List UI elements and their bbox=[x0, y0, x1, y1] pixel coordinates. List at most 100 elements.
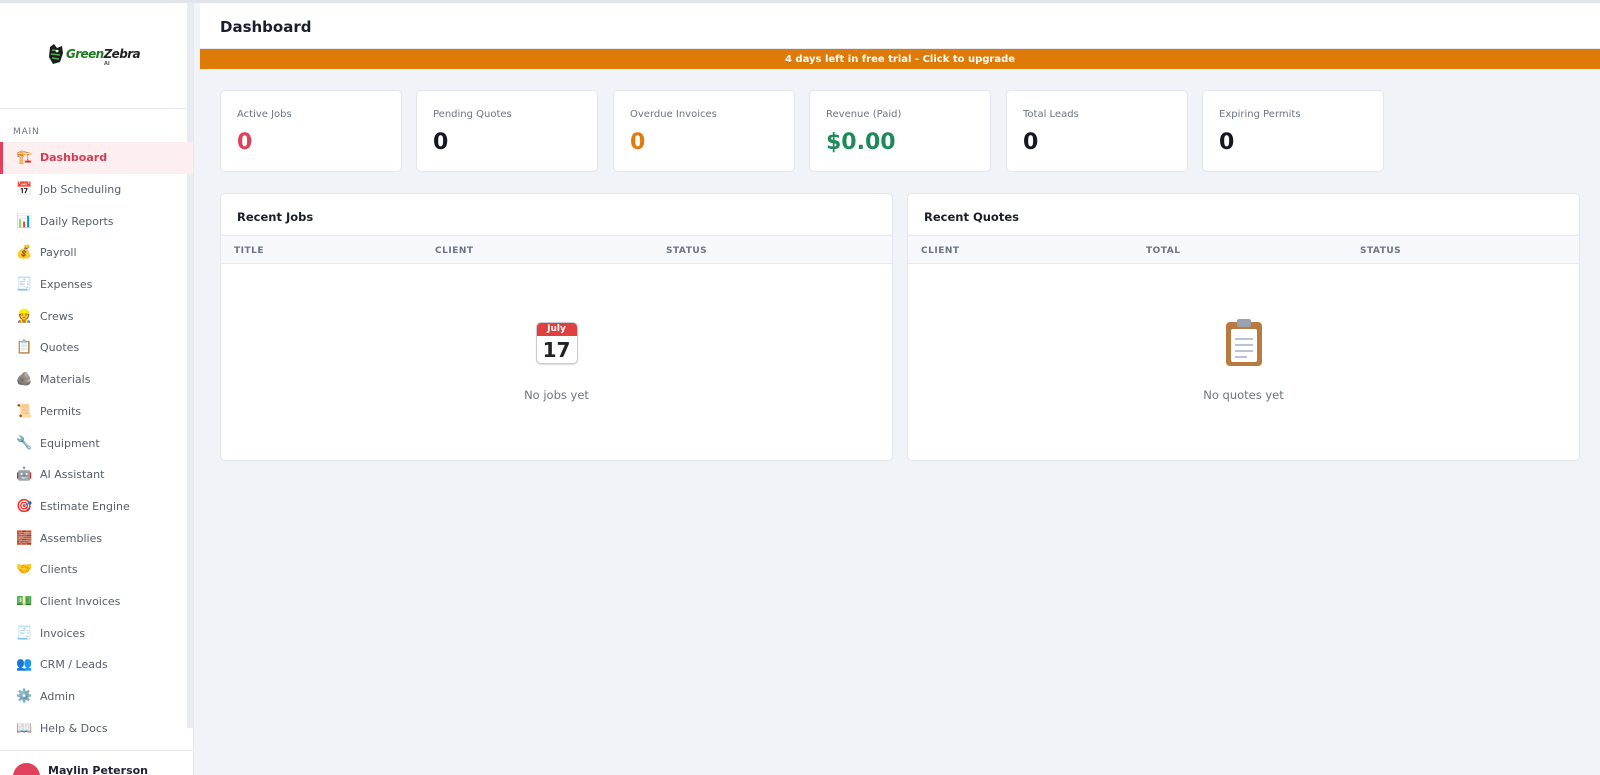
avatar[interactable]: M bbox=[13, 763, 40, 775]
stat-label: Active Jobs bbox=[237, 109, 292, 120]
sidebar-item-daily-reports[interactable]: 📊 Daily Reports bbox=[0, 205, 193, 237]
gear-icon: ⚙️ bbox=[16, 689, 33, 705]
logo-area: GreenZebra AI bbox=[0, 3, 193, 109]
trial-upgrade-banner[interactable]: 4 days left in free trial - Click to upg… bbox=[200, 49, 1600, 69]
sidebar-item-payroll[interactable]: 💰 Payroll bbox=[0, 237, 193, 269]
sidebar-item-label: Dashboard bbox=[40, 151, 108, 165]
stat-value: 0 bbox=[630, 130, 646, 155]
clipboard-icon bbox=[1225, 319, 1262, 366]
stat-card-pending-quotes[interactable]: Pending Quotes 0 bbox=[416, 90, 598, 172]
sidebar-item-permits[interactable]: 📜 Permits bbox=[0, 396, 193, 428]
sidebar-item-materials[interactable]: 🪨 Materials bbox=[0, 364, 193, 396]
column-header-status[interactable]: STATUS bbox=[1360, 246, 1401, 256]
sidebar-item-label: CRM / Leads bbox=[40, 658, 108, 672]
sidebar-item-estimate-engine[interactable]: 🎯 Estimate Engine bbox=[0, 491, 193, 523]
stat-label: Overdue Invoices bbox=[630, 109, 717, 120]
stat-card-active-jobs[interactable]: Active Jobs 0 bbox=[220, 90, 402, 172]
sidebar-item-label: Permits bbox=[40, 404, 82, 418]
crane-icon: 🏗️ bbox=[16, 150, 33, 166]
empty-state-text: No quotes yet bbox=[1203, 388, 1284, 402]
sidebar-item-help-docs[interactable]: 📖 Help & Docs bbox=[0, 712, 193, 744]
calendar-day: 17 bbox=[542, 338, 571, 362]
sidebar-item-expenses[interactable]: 🧾 Expenses bbox=[0, 269, 193, 301]
target-icon: 🎯 bbox=[16, 498, 33, 514]
sidebar-nav: 🏗️ Dashboard 📅 Job Scheduling 📊 Daily Repor… bbox=[0, 142, 193, 744]
sidebar-item-job-scheduling[interactable]: 📅 Job Scheduling bbox=[0, 174, 193, 206]
sidebar-item-label: Equipment bbox=[40, 436, 100, 450]
sidebar-item-label: Expenses bbox=[40, 278, 93, 292]
column-header-status[interactable]: STATUS bbox=[666, 246, 707, 256]
sidebar-item-client-invoices[interactable]: 💵 Client Invoices bbox=[0, 586, 193, 618]
stat-card-expiring-permits[interactable]: Expiring Permits 0 bbox=[1202, 90, 1384, 172]
column-header-client[interactable]: CLIENT bbox=[921, 246, 960, 256]
recent-quotes-panel: Recent Quotes CLIENT TOTAL STATUS No quo… bbox=[907, 193, 1580, 461]
sidebar-item-admin[interactable]: ⚙️ Admin bbox=[0, 681, 193, 713]
clipboard-icon: 📋 bbox=[16, 340, 33, 356]
sidebar-item-label: Quotes bbox=[40, 341, 80, 355]
open-book-icon: 📖 bbox=[16, 720, 33, 736]
sidebar-item-equipment[interactable]: 🔧 Equipment bbox=[0, 427, 193, 459]
clipboard-paper bbox=[1230, 329, 1257, 362]
receipt-icon: 🧾 bbox=[16, 625, 33, 641]
column-header-title[interactable]: TITLE bbox=[234, 246, 264, 256]
panel-title: Recent Jobs bbox=[237, 210, 314, 224]
stat-card-total-leads[interactable]: Total Leads 0 bbox=[1006, 90, 1188, 172]
table-header: TITLE CLIENT STATUS bbox=[221, 235, 892, 264]
money-bag-icon: 💰 bbox=[16, 245, 33, 261]
column-header-total[interactable]: TOTAL bbox=[1146, 246, 1180, 256]
stat-label: Expiring Permits bbox=[1219, 109, 1301, 120]
construction-worker-icon: 👷 bbox=[16, 308, 33, 324]
wrench-icon: 🔧 bbox=[16, 435, 33, 451]
panel-title: Recent Quotes bbox=[924, 210, 1019, 224]
robot-icon: 🤖 bbox=[16, 467, 33, 483]
bar-chart-icon: 📊 bbox=[16, 213, 33, 229]
empty-state-text: No jobs yet bbox=[524, 388, 589, 402]
sidebar-section-main: MAIN bbox=[13, 127, 40, 137]
stat-label: Revenue (Paid) bbox=[826, 109, 902, 120]
user-name: Maylin Peterson bbox=[48, 764, 149, 775]
stat-value: 0 bbox=[1219, 130, 1235, 155]
sidebar-item-label: Payroll bbox=[40, 246, 77, 260]
sidebar-item-invoices[interactable]: 🧾 Invoices bbox=[0, 617, 193, 649]
recent-jobs-panel: Recent Jobs TITLE CLIENT STATUS July 17 … bbox=[220, 193, 893, 461]
sidebar-item-assemblies[interactable]: 🧱 Assemblies bbox=[0, 522, 193, 554]
sidebar-item-label: Admin bbox=[40, 690, 76, 704]
empty-state-icon bbox=[908, 319, 1579, 373]
page-title: Dashboard bbox=[220, 18, 312, 36]
sidebar-item-dashboard[interactable]: 🏗️ Dashboard bbox=[0, 142, 193, 174]
calendar-icon: 📅 bbox=[16, 182, 33, 198]
column-header-client[interactable]: CLIENT bbox=[435, 246, 474, 256]
people-icon: 👥 bbox=[16, 657, 33, 673]
logo-text: GreenZebra AI bbox=[65, 46, 141, 67]
sidebar-item-label: Materials bbox=[40, 373, 91, 387]
green-zebra-logo[interactable]: GreenZebra AI bbox=[47, 43, 141, 67]
stat-value: 0 bbox=[1023, 130, 1039, 155]
sidebar-item-label: Daily Reports bbox=[40, 214, 114, 228]
stat-card-revenue-paid[interactable]: Revenue (Paid) $0.00 bbox=[809, 90, 991, 172]
receipt-icon: 🧾 bbox=[16, 277, 33, 293]
dollar-bill-icon: 💵 bbox=[16, 593, 33, 609]
stat-value: 0 bbox=[433, 130, 449, 155]
stat-label: Total Leads bbox=[1023, 109, 1079, 120]
sidebar-item-label: Crews bbox=[40, 309, 74, 323]
user-profile[interactable]: M Maylin Peterson bbox=[0, 750, 194, 775]
scroll-icon: 📜 bbox=[16, 403, 33, 419]
sidebar-item-clients[interactable]: 🤝 Clients bbox=[0, 554, 193, 586]
sidebar-item-label: Help & Docs bbox=[40, 721, 108, 735]
sidebar-item-crm-leads[interactable]: 👥 CRM / Leads bbox=[0, 649, 193, 681]
sidebar-item-label: AI Assistant bbox=[40, 468, 105, 482]
stat-label: Pending Quotes bbox=[433, 109, 512, 120]
rock-icon: 🪨 bbox=[16, 372, 33, 388]
empty-state-icon: July 17 bbox=[221, 322, 892, 371]
sidebar-item-label: Estimate Engine bbox=[40, 499, 130, 513]
stat-value: 0 bbox=[237, 130, 253, 155]
sidebar-item-crews[interactable]: 👷 Crews bbox=[0, 300, 193, 332]
sidebar-item-quotes[interactable]: 📋 Quotes bbox=[0, 332, 193, 364]
stat-card-overdue-invoices[interactable]: Overdue Invoices 0 bbox=[613, 90, 795, 172]
table-header: CLIENT TOTAL STATUS bbox=[908, 235, 1579, 264]
sidebar-item-label: Job Scheduling bbox=[40, 183, 122, 197]
page-header: Dashboard bbox=[200, 3, 1600, 49]
sidebar-item-label: Client Invoices bbox=[40, 594, 121, 608]
sidebar-item-label: Invoices bbox=[40, 626, 86, 640]
sidebar-item-ai-assistant[interactable]: 🤖 AI Assistant bbox=[0, 459, 193, 491]
